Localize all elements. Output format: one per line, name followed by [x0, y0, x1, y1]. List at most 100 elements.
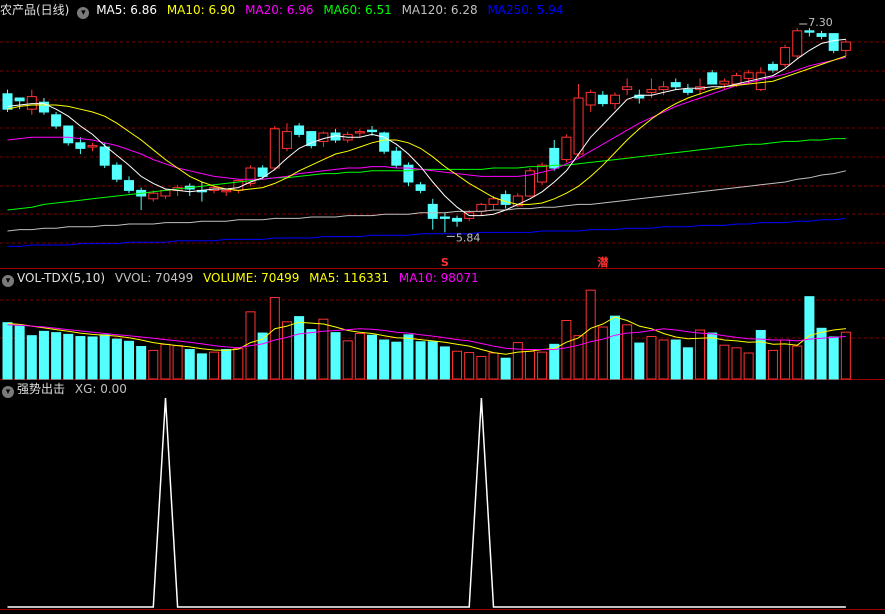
volume-bar [209, 351, 220, 380]
volume-bar [585, 289, 596, 380]
chart-svg[interactable]: 7.30 5.84 S 潜 [0, 0, 885, 614]
ma20-legend: MA20: 6.96 [245, 3, 314, 17]
candle-body [124, 180, 134, 191]
volume-bar [26, 335, 37, 380]
volume-bar [476, 355, 487, 380]
candle-body [731, 75, 742, 85]
candle-body [755, 72, 766, 91]
low-annotation-label: 5.84 [456, 231, 481, 244]
volume-panel-header: ▾ VOL-TDX(5,10) VVOL: 70499 VOLUME: 70499… [0, 270, 485, 287]
candle-body [111, 164, 122, 180]
price-panel-title: 农产品(日线) [0, 3, 70, 17]
candle-body [87, 145, 98, 148]
volume-bar [610, 315, 620, 380]
volume-bar [537, 351, 548, 380]
candle-body [14, 97, 25, 102]
volume-bar [148, 349, 159, 380]
ma20-line [7, 56, 847, 180]
candle-body [439, 216, 450, 219]
candle-body [670, 82, 681, 88]
ma60-legend: MA60: 6.51 [323, 3, 392, 17]
candle-body [767, 63, 778, 71]
volume-bar [160, 343, 171, 380]
candle-body [585, 91, 596, 106]
volume-bar [743, 352, 754, 380]
volume-bar [63, 333, 74, 380]
volume-bar [75, 336, 86, 380]
volume-bar [184, 349, 195, 380]
volume-bar [354, 333, 365, 380]
volume-bar [597, 326, 608, 380]
volume-bar [634, 342, 645, 380]
volume-bar [221, 349, 232, 380]
candle-body [780, 47, 791, 65]
candle-body [379, 132, 390, 152]
high-annotation-label: 7.30 [808, 16, 833, 29]
volume-bar [731, 347, 742, 380]
volume-bar [682, 347, 693, 380]
volume-bar [330, 332, 341, 380]
candle-body [622, 86, 633, 91]
volume-bar [840, 331, 851, 380]
volume-bar [719, 344, 730, 380]
volume-bar [828, 336, 839, 380]
candle-body [294, 125, 305, 135]
xg-legend: XG: 0.00 [74, 382, 127, 396]
volume-bar [51, 332, 62, 380]
signal-marker: 潜 [597, 255, 609, 269]
ma120-legend: MA120: 6.28 [401, 3, 478, 17]
volume-bar [281, 321, 292, 380]
volume-bar [670, 339, 681, 380]
candle-body [573, 97, 584, 155]
volume-bar [136, 346, 147, 380]
xg-signal-line [7, 397, 846, 608]
chart-stage[interactable]: 7.30 5.84 S 潜 农产品(日线) ▾ MA5: 6.86 MA10: 6.90… [0, 0, 885, 614]
volume-bar [573, 335, 584, 380]
candle-body [75, 142, 86, 149]
volume-menu-icon[interactable]: ▾ [2, 275, 14, 287]
candle-body [682, 89, 693, 93]
panel-menu-icon[interactable]: ▾ [77, 7, 90, 19]
candle-body [658, 86, 669, 91]
vol-ma5-legend: MA5: 116331 [309, 271, 390, 285]
candle-body [306, 131, 317, 147]
volume-bar [367, 334, 377, 380]
candle-body [500, 194, 511, 205]
candle-body [367, 129, 377, 133]
volume-bar [391, 341, 402, 380]
vvol-legend: VVOL: 70499 [114, 271, 194, 285]
candle-body [840, 41, 851, 51]
volume-bar [488, 352, 499, 380]
volume-bar [755, 329, 766, 380]
volume-bar [658, 339, 669, 380]
candle-body [51, 114, 62, 127]
candle-body [281, 131, 292, 149]
candle-body [646, 89, 657, 93]
ma10-legend: MA10: 6.90 [166, 3, 236, 17]
candle-body [743, 72, 754, 79]
ma250-legend: MA250: 5.94 [487, 3, 564, 17]
volume-bar [233, 348, 244, 380]
candle-body [2, 93, 13, 110]
volume-bar [561, 320, 572, 380]
volume-bar [38, 330, 49, 380]
candle-body [488, 198, 499, 205]
candle-body [476, 203, 487, 212]
volume-bar [111, 338, 122, 380]
volume-bar [512, 342, 523, 380]
volume-bar [379, 339, 390, 380]
candle-body [707, 72, 718, 85]
candle-body [828, 33, 839, 51]
candle-body [269, 128, 280, 169]
candle-body [537, 164, 548, 183]
volume-bar [2, 322, 13, 380]
volume-bar [124, 340, 134, 380]
candle-body [415, 184, 426, 191]
indicator-menu-icon[interactable]: ▾ [2, 386, 14, 398]
candle-body [561, 136, 572, 161]
volume-bar [318, 318, 329, 380]
candle-body [354, 131, 365, 134]
ma120-line [7, 170, 847, 232]
volume-bar [269, 297, 280, 380]
volume-bar [452, 350, 463, 380]
